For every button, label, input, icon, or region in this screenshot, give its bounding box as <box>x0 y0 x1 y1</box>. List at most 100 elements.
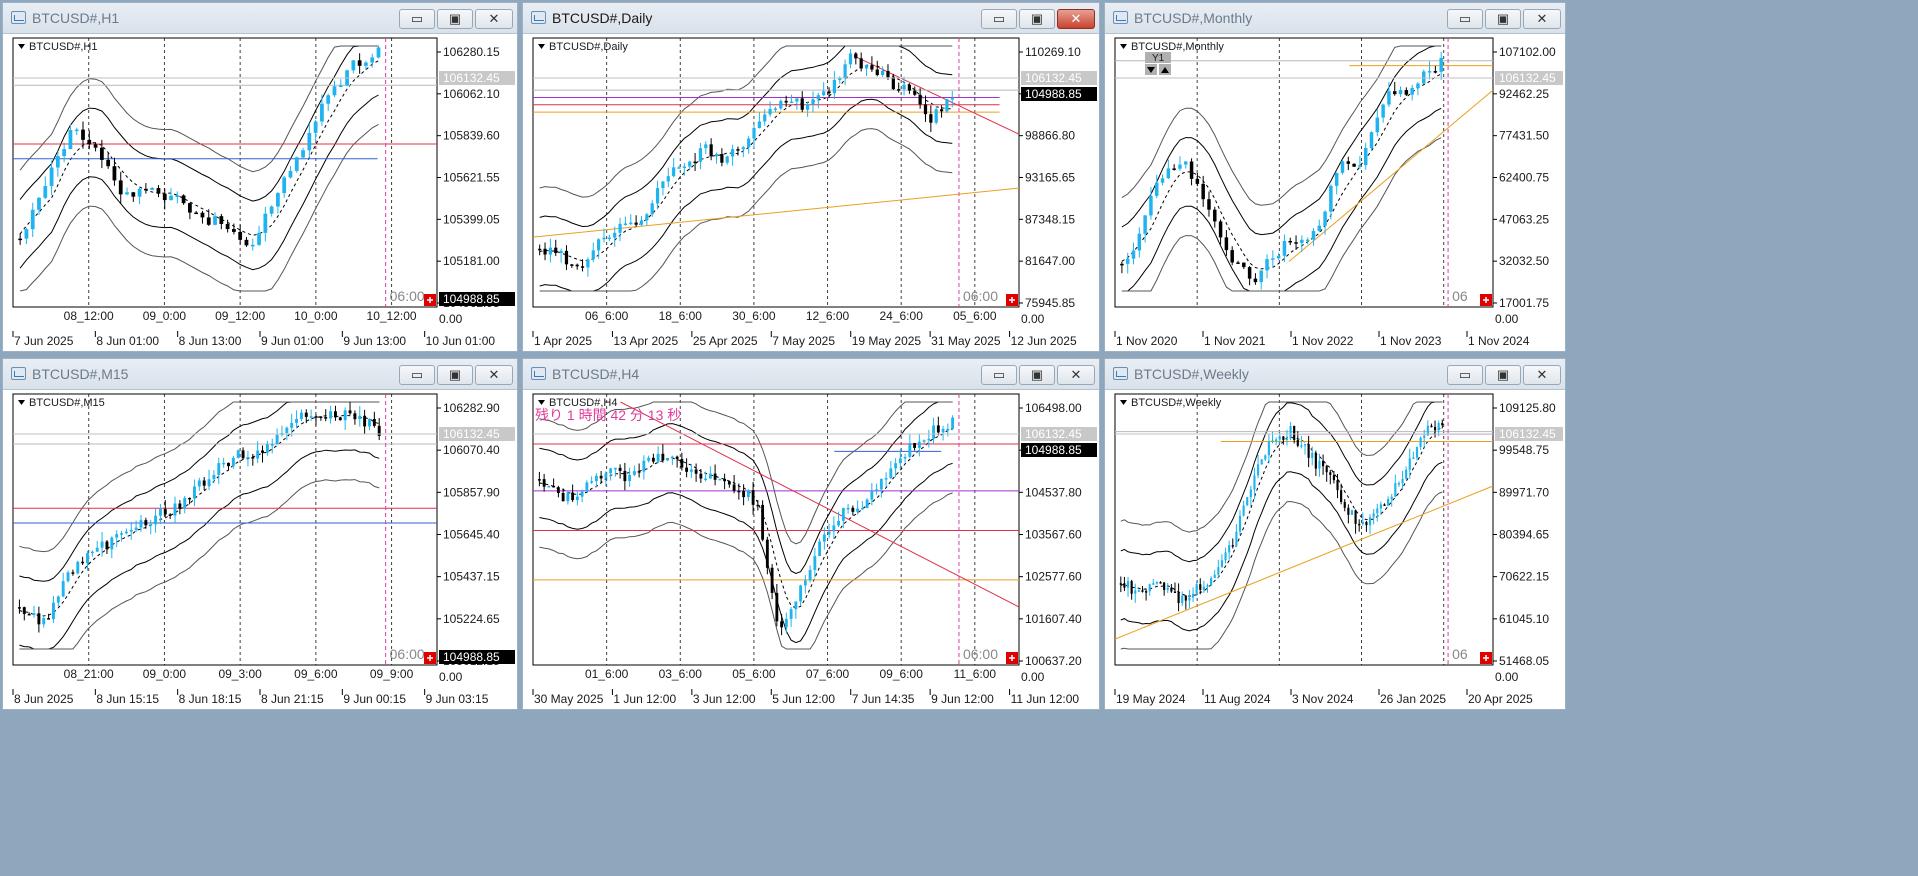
price-label: 106498.00 <box>1025 401 1082 415</box>
date-axis-label: 10 Jun 01:00 <box>426 334 496 348</box>
chart-window-icon <box>531 11 546 24</box>
date-axis-label: 12 Jun 2025 <box>1011 334 1077 348</box>
price-label: 104537.80 <box>1025 485 1082 499</box>
price-label: 105857.90 <box>443 485 500 499</box>
minimize-button[interactable]: ▭ <box>1447 365 1483 385</box>
minimize-button[interactable]: ▭ <box>399 9 435 29</box>
chart-window-m15[interactable]: BTCUSD#,M15 ▭ ▣ ✕ 106282.90 106070.40 105857.9… <box>2 358 518 710</box>
time-tick-label: 10_12:00 <box>367 309 417 323</box>
chart-window-h4[interactable]: BTCUSD#,H4 ▭▣✕ 106498.00105508.00104537.80… <box>522 358 1100 710</box>
time-tick-label: 30_6:00 <box>732 309 776 323</box>
price-label: 105621.55 <box>443 171 500 185</box>
price-label: 98866.80 <box>1025 129 1075 143</box>
date-axis-label: 11 Aug 2024 <box>1204 692 1271 706</box>
window-titlebar[interactable]: BTCUSD#,M15 ▭ ▣ ✕ <box>3 359 517 390</box>
chart-window-icon <box>531 367 546 380</box>
time-tick-label: 09_0:00 <box>143 309 187 323</box>
candle <box>1340 160 1345 175</box>
chart-window-monthly[interactable]: BTCUSD#,Monthly ▭ ▣ ✕ 107102.00 92462.25 77431… <box>1104 2 1566 352</box>
price-label: 92462.25 <box>1499 87 1549 101</box>
maximize-button[interactable]: ▣ <box>437 365 473 385</box>
window-titlebar[interactable]: BTCUSD#,Monthly ▭ ▣ ✕ <box>1105 3 1565 34</box>
bid-price-tag: 106132.45 <box>1499 71 1556 85</box>
price-label: 17001.75 <box>1499 296 1549 310</box>
date-axis-label: 8 Jun 15:15 <box>96 692 159 706</box>
window-titlebar[interactable]: BTCUSD#,Weekly ▭ ▣ ✕ <box>1105 359 1565 390</box>
candle <box>547 485 551 488</box>
bid-price-tag: 106132.45 <box>1499 427 1556 441</box>
maximize-button[interactable]: ▣ <box>1019 365 1055 385</box>
date-axis-label: 30 May 2025 <box>534 692 604 706</box>
price-label: 107102.00 <box>1499 45 1556 59</box>
date-axis-label: 31 May 2025 <box>931 334 1001 348</box>
close-button[interactable]: ✕ <box>475 365 513 385</box>
candle <box>1246 496 1249 506</box>
time-tick-label: 24_6:00 <box>879 309 923 323</box>
window-titlebar[interactable]: BTCUSD#,H1 ▭ ▣ ✕ <box>3 3 517 34</box>
price-label: 61045.10 <box>1499 612 1549 626</box>
price-label: 75945.85 <box>1025 296 1075 310</box>
session-time-label: 06:00 <box>390 288 425 304</box>
close-button[interactable]: ✕ <box>1523 365 1561 385</box>
chart-window-daily[interactable]: BTCUSD#,Daily▭▣✕110269.10104568.3598866.… <box>522 2 1100 352</box>
time-tick-label: 11_6:00 <box>954 667 997 681</box>
chart-window-weekly[interactable]: BTCUSD#,Weekly ▭ ▣ ✕ 109125.80 99548.75 89971.… <box>1104 358 1566 710</box>
candle <box>1369 131 1374 151</box>
date-axis-label: 7 Jun 14:35 <box>852 692 915 706</box>
close-button[interactable]: ✕ <box>1057 9 1095 29</box>
time-tick-label: 08_21:00 <box>64 667 114 681</box>
maximize-button[interactable]: ▣ <box>1485 9 1521 29</box>
close-button[interactable]: ✕ <box>1523 9 1561 29</box>
candle <box>1350 509 1354 515</box>
session-time-label: 06 <box>1452 646 1468 662</box>
plot-area[interactable] <box>1114 393 1494 666</box>
close-button[interactable]: ✕ <box>1057 365 1095 385</box>
price-label: 51468.05 <box>1499 654 1549 668</box>
price-label: 77431.50 <box>1499 129 1549 143</box>
date-axis-label: 8 Jun 13:00 <box>179 334 242 348</box>
date-axis-label: 19 May 2025 <box>852 334 922 348</box>
symbol-label: BTCUSD#,H1 <box>29 41 97 53</box>
candle <box>76 560 80 575</box>
minimize-button[interactable]: ▭ <box>981 365 1017 385</box>
time-tick-label: 05_6:00 <box>732 667 776 681</box>
time-tick-label: 09_3:00 <box>218 667 262 681</box>
minimize-button[interactable]: ▭ <box>399 365 435 385</box>
window-titlebar[interactable]: BTCUSD#,Daily ▭ ▣ ✕ <box>523 3 1099 34</box>
price-label: 101607.40 <box>1025 612 1082 626</box>
chart-canvas[interactable]: 107102.00 92462.25 77431.50 62400.75 47063.2… <box>1105 34 1565 351</box>
maximize-button[interactable]: ▣ <box>1485 365 1521 385</box>
date-axis-label: 1 Jun 12:00 <box>613 692 676 706</box>
maximize-button[interactable]: ▣ <box>437 9 473 29</box>
date-axis-label: 1 Nov 2020 <box>1116 334 1178 348</box>
chart-canvas[interactable]: 106280.15 106062.10 105839.60 105621.55 1053… <box>3 34 517 351</box>
date-axis-label: 9 Jun 12:00 <box>931 692 994 706</box>
symbol-label: BTCUSD#,M15 <box>29 397 105 409</box>
price-label: 106062.10 <box>443 87 500 101</box>
price-label: 62400.75 <box>1499 171 1549 185</box>
date-axis-label: 1 Apr 2025 <box>534 334 592 348</box>
price-label: 109125.80 <box>1499 401 1556 415</box>
minimize-button[interactable]: ▭ <box>981 9 1017 29</box>
window-title: BTCUSD#,H4 <box>552 366 640 382</box>
chart-canvas[interactable]: 110269.10104568.3598866.8093165.6587348.… <box>523 34 1099 351</box>
plot-area[interactable] <box>12 393 438 666</box>
chart-canvas[interactable]: 106498.00105508.00104537.80103567.601025… <box>523 390 1099 709</box>
price-label: 106282.90 <box>443 401 500 415</box>
date-axis-label: 8 Jun 2025 <box>14 692 74 706</box>
window-titlebar[interactable]: BTCUSD#,H4 ▭ ▣ ✕ <box>523 359 1099 390</box>
chart-window-icon <box>11 11 26 24</box>
price-label: 105399.05 <box>443 212 500 226</box>
chart-canvas[interactable]: 106282.90 106070.40 105857.90 105645.40 1054… <box>3 390 517 709</box>
price-label: 106070.40 <box>443 443 500 457</box>
time-tick-label: 01_6:00 <box>585 667 629 681</box>
chart-canvas[interactable]: 109125.80 99548.75 89971.70 80394.65 70622.1… <box>1105 390 1565 709</box>
minimize-button[interactable]: ▭ <box>1447 9 1483 29</box>
bid-price-tag: 106132.45 <box>443 427 500 441</box>
date-axis-label: 3 Nov 2024 <box>1292 692 1354 706</box>
close-button[interactable]: ✕ <box>475 9 513 29</box>
chart-window-h1[interactable]: BTCUSD#,H1 ▭ ▣ ✕ 106280.15 106062.10 105839.60… <box>2 2 518 352</box>
price-label: 100637.20 <box>1025 654 1082 668</box>
maximize-button[interactable]: ▣ <box>1019 9 1055 29</box>
time-tick-label: 07_6:00 <box>806 667 850 681</box>
